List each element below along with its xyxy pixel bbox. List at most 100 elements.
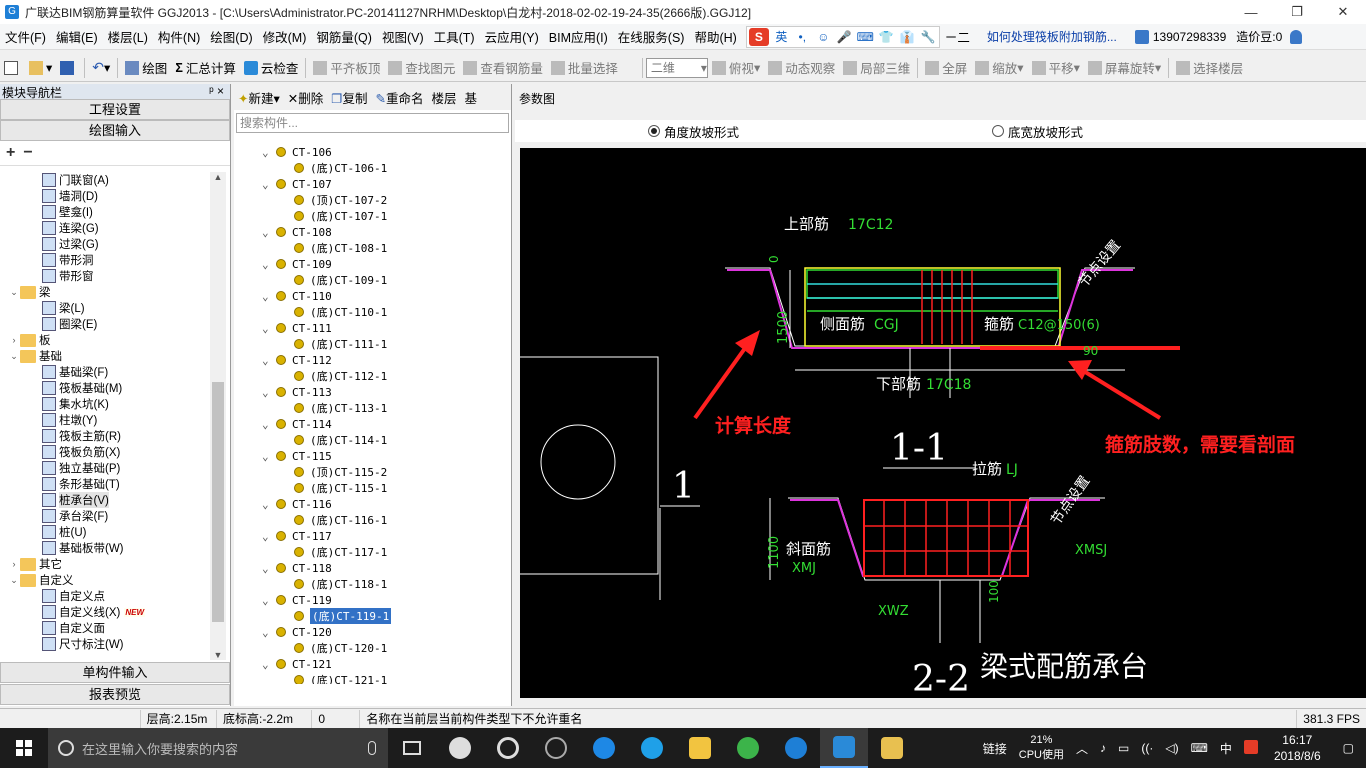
menu-online[interactable]: 在线服务(S) [613, 27, 690, 46]
ime-skin-icon[interactable]: 👕 [876, 30, 897, 44]
glodon-g-icon[interactable] [772, 728, 820, 768]
tree-item[interactable]: 桩(U) [0, 524, 210, 540]
minimize-button[interactable]: — [1228, 0, 1274, 24]
component-search-input[interactable]: 搜索构件... [236, 113, 509, 133]
menu-tools[interactable]: 工具(T) [429, 27, 480, 46]
open-folder-icon[interactable]: ▾ [25, 57, 56, 79]
component-group[interactable]: ⌄ CT-110 [254, 288, 512, 304]
windows-start-button[interactable] [0, 728, 48, 768]
component-item[interactable]: (底)CT-120-1 [254, 640, 512, 656]
menu-component[interactable]: 构件(N) [153, 27, 205, 46]
component-group[interactable]: ⌄ CT-106 [254, 144, 512, 160]
ime-shirt-icon[interactable]: 👔 [897, 30, 918, 44]
menu-help[interactable]: 帮助(H) [689, 27, 741, 46]
file-explorer-icon[interactable] [676, 728, 724, 768]
collapse-toggle-icon[interactable]: ⌄ [262, 418, 276, 431]
pan-button[interactable]: 平移 ▾ [1028, 57, 1084, 79]
component-group[interactable]: ⌄ CT-117 [254, 528, 512, 544]
notepad-app-icon[interactable] [868, 728, 916, 768]
copy-component-button[interactable]: ❐复制 [327, 88, 371, 107]
tree-item[interactable]: 带形洞 [0, 252, 210, 268]
ime-lang-indicator[interactable]: 中 [1214, 740, 1238, 757]
menu-rebar[interactable]: 钢筋量(Q) [311, 27, 377, 46]
menu-view[interactable]: 视图(V) [377, 27, 429, 46]
cad-canvas[interactable]: 1 上部筋 17C12 0 侧面筋 CGJ 箍筋 C12@150(6) 1500… [517, 148, 1366, 700]
expand-all-icon[interactable]: + [6, 144, 15, 162]
cloud-check-button[interactable]: 云检查 [240, 57, 303, 79]
ie-legacy-icon[interactable] [484, 728, 532, 768]
ime-lang-toggle[interactable]: 英 [771, 28, 792, 45]
floor-button[interactable]: 楼层 [428, 88, 461, 107]
edge-browser-icon[interactable] [580, 728, 628, 768]
view-rebar-button[interactable]: 查看钢筋量 [459, 57, 547, 79]
ggj-app-icon[interactable] [820, 728, 868, 768]
component-group[interactable]: ⌄ CT-115 [254, 448, 512, 464]
help-link[interactable]: 如何处理筏板附加钢筋... [987, 28, 1117, 45]
component-group[interactable]: ⌄ CT-119 [254, 592, 512, 608]
undo-icon[interactable]: ↶ ▾ [88, 57, 114, 79]
ime-keyboard-icon[interactable]: ⌨ [855, 30, 876, 44]
base-button[interactable]: 基 [461, 88, 482, 107]
ime-settings-icon[interactable]: 🔧 [918, 30, 939, 44]
tree-item[interactable]: 桩承台(V) [0, 492, 210, 508]
component-group[interactable]: ⌄ CT-107 [254, 176, 512, 192]
expand-toggle-icon[interactable]: ⌄ [8, 351, 20, 362]
tray-keyboard-icon[interactable]: ⌨ [1185, 741, 1214, 755]
spiral-app-icon[interactable] [532, 728, 580, 768]
expand-toggle-icon[interactable]: › [8, 335, 20, 345]
collapse-toggle-icon[interactable]: ⌄ [262, 226, 276, 239]
tree-item[interactable]: 壁龛(I) [0, 204, 210, 220]
ie-browser-icon[interactable] [628, 728, 676, 768]
component-item[interactable]: (底)CT-113-1 [254, 400, 512, 416]
rotate-button[interactable]: 屏幕旋转 ▾ [1084, 57, 1165, 79]
collapse-toggle-icon[interactable]: ⌄ [262, 386, 276, 399]
collapse-toggle-icon[interactable]: ⌄ [262, 290, 276, 303]
collapse-toggle-icon[interactable]: ⌄ [262, 658, 276, 671]
collapse-toggle-icon[interactable]: ⌄ [262, 498, 276, 511]
tree-item[interactable]: 圈梁(E) [0, 316, 210, 332]
component-item[interactable]: (底)CT-112-1 [254, 368, 512, 384]
tree-item[interactable]: 筏板主筋(R) [0, 428, 210, 444]
tray-link[interactable]: 链接 [977, 740, 1013, 757]
collapse-toggle-icon[interactable]: ⌄ [262, 322, 276, 335]
project-settings-button[interactable]: 工程设置 [0, 99, 230, 120]
component-item[interactable]: (顶)CT-107-2 [254, 192, 512, 208]
tree-item[interactable]: 柱墩(Y) [0, 412, 210, 428]
component-item[interactable]: (底)CT-115-1 [254, 480, 512, 496]
tree-item[interactable]: 独立基础(P) [0, 460, 210, 476]
component-group[interactable]: ⌄ CT-121 [254, 656, 512, 672]
width-slope-radio[interactable]: 底宽放坡形式 [992, 122, 1083, 141]
sogou-logo-icon[interactable]: S [748, 27, 769, 46]
nav-scrollbar[interactable]: ▲ ▼ [210, 172, 226, 660]
single-component-button[interactable]: 单构件输入 [0, 662, 230, 683]
menu-floor[interactable]: 楼层(L) [103, 27, 153, 46]
tree-item[interactable]: 基础板带(W) [0, 540, 210, 556]
component-group[interactable]: ⌄ CT-112 [254, 352, 512, 368]
collapse-toggle-icon[interactable]: ⌄ [262, 562, 276, 575]
component-group[interactable]: ⌄ CT-114 [254, 416, 512, 432]
component-item[interactable]: (底)CT-106-1 [254, 160, 512, 176]
draw-input-button[interactable]: 绘图输入 [0, 120, 230, 141]
collapse-toggle-icon[interactable]: ⌄ [262, 178, 276, 191]
ime-emoji-icon[interactable]: ☺ [813, 30, 834, 44]
tree-item[interactable]: 承台梁(F) [0, 508, 210, 524]
close-button[interactable]: ✕ [1320, 0, 1366, 24]
tree-item[interactable]: 条形基础(T) [0, 476, 210, 492]
draw-button[interactable]: 绘图 [121, 57, 171, 79]
tray-sogou-icon[interactable] [1238, 739, 1264, 757]
tree-item[interactable]: 筏板基础(M) [0, 380, 210, 396]
tree-folder[interactable]: › 其它 [0, 556, 210, 572]
ime-punct-icon[interactable]: •, [792, 30, 813, 44]
expand-toggle-icon[interactable]: ⌄ [8, 575, 20, 586]
cpu-meter[interactable]: 21% CPU使用 [1013, 733, 1070, 763]
tree-folder[interactable]: ⌄ 自定义 [0, 572, 210, 588]
view-mode-select[interactable]: 二维 ▾ [645, 57, 708, 78]
component-item[interactable]: (底)CT-107-1 [254, 208, 512, 224]
fullscreen-button[interactable]: 全屏 [921, 57, 971, 79]
tree-folder[interactable]: › 板 [0, 332, 210, 348]
tree-item[interactable]: 自定义面 [0, 620, 210, 636]
component-item[interactable]: (底)CT-118-1 [254, 576, 512, 592]
collapse-toggle-icon[interactable]: ⌄ [262, 258, 276, 271]
rename-component-button[interactable]: ✎重命名 [372, 88, 428, 107]
component-item[interactable]: (底)CT-117-1 [254, 544, 512, 560]
